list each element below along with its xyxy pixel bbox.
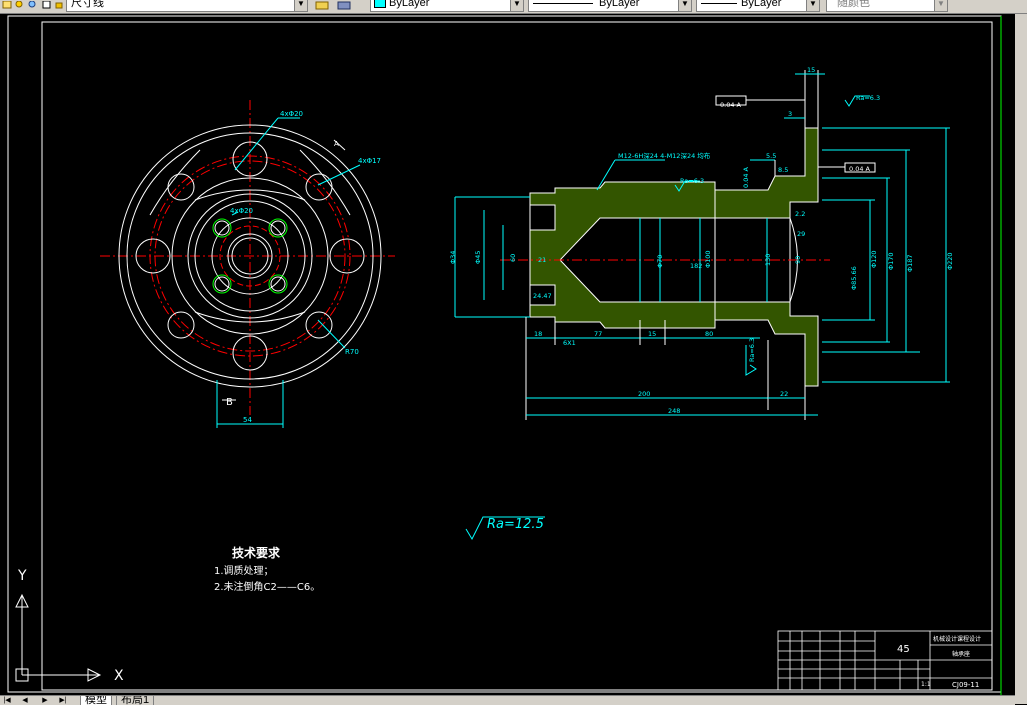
tolerance-frame-3: 0.04 A <box>742 166 750 188</box>
end-view-radius-label: R70 <box>345 348 359 356</box>
properties-toolbar: 尺寸线 ▼ ByLayer ▼ ByLayer ▼ ByLayer ▼ 随颜色 … <box>0 0 1027 14</box>
end-view-width-label: 54 <box>243 416 252 424</box>
linetype-preview <box>533 3 593 4</box>
title-block-part: 轴承座 <box>952 650 970 658</box>
roughness-flange: Ra=6.3 <box>680 177 704 185</box>
lineweight-preview <box>701 3 737 4</box>
color-dropdown[interactable]: ByLayer ▼ <box>370 0 524 12</box>
dim-248: 248 <box>668 407 680 415</box>
dim-6x1: 6X1 <box>563 339 576 347</box>
layer-manager-icon[interactable] <box>336 0 354 10</box>
dim-d120: Φ120 <box>870 250 878 268</box>
title-block-material: 45 <box>897 644 910 655</box>
chevron-down-icon[interactable]: ▼ <box>678 0 691 11</box>
roughness-right: Ra=6.3 <box>748 338 756 362</box>
dim-d100: Φ100 <box>704 250 712 268</box>
linetype-value: ByLayer <box>599 0 640 9</box>
linetype-dropdown[interactable]: ByLayer ▼ <box>528 0 692 12</box>
end-view <box>100 100 395 428</box>
chevron-down-icon[interactable]: ▼ <box>510 0 523 11</box>
global-roughness-label: Ra=12.5 <box>487 517 544 532</box>
end-view-section-letter: A <box>334 140 339 148</box>
tech-req-title: 技术要求 <box>232 545 281 560</box>
drawing-border <box>41 21 993 691</box>
section-view <box>454 70 950 420</box>
model-space-canvas[interactable]: 4xΦ20 4xΦ17 4xΦ20 R70 54 A B M12-6H深24 4… <box>0 14 1015 696</box>
dim-r2: 2.2 <box>795 210 805 218</box>
dim-24: 24.47 <box>533 292 552 300</box>
thread-note: M12-6H深24 4-M12深24 均布 <box>618 151 711 160</box>
dim-d170: Φ170 <box>887 252 895 270</box>
lineweight-dropdown[interactable]: ByLayer ▼ <box>696 0 820 12</box>
ucs-x-label: X <box>114 668 124 684</box>
ucs-icon <box>15 593 102 682</box>
dim-21: 21 <box>538 256 546 264</box>
dim-200: 200 <box>638 390 650 398</box>
dim-d60: 60 <box>509 254 517 262</box>
dim-d85: Φ85.66 <box>850 266 858 290</box>
layer-dropdown[interactable]: 尺寸线 ▼ <box>66 0 308 12</box>
layer-color-icon[interactable] <box>42 0 53 10</box>
title-block-drawing-no: CJ09-11 <box>952 681 979 689</box>
dim-18: 18 <box>534 330 542 338</box>
layer-freeze-icon[interactable] <box>27 0 38 10</box>
dim-3: 3 <box>788 110 792 118</box>
chevron-down-icon[interactable]: ▼ <box>294 0 307 11</box>
title-block-scale: 1:1 <box>921 681 931 688</box>
cad-drawing: 4xΦ20 4xΦ17 4xΦ20 R70 54 A B M12-6H深24 4… <box>7 15 1002 696</box>
dim-d187: Φ187 <box>906 254 914 272</box>
dim-chamfer-5: 5.5 <box>766 152 776 160</box>
layer-state-icon[interactable] <box>2 0 13 10</box>
plotstyle-value: 随颜色 <box>837 0 870 9</box>
dim-15-bottom: 15 <box>648 330 656 338</box>
end-view-callout-large: 4xΦ20 <box>280 110 303 118</box>
tech-req-line2: 2.未注倒角C2——C6。 <box>214 580 320 593</box>
color-swatch <box>374 0 386 9</box>
layer-on-icon[interactable] <box>14 0 25 10</box>
color-value: ByLayer <box>389 0 430 9</box>
tech-req-line1: 1.调质处理； <box>214 565 274 577</box>
chevron-down-icon[interactable]: ▼ <box>806 0 819 11</box>
chevron-down-icon[interactable]: ▼ <box>934 0 947 11</box>
dim-d34: Φ34 <box>449 251 457 264</box>
dim-182: 182 <box>690 262 702 270</box>
tolerance-frame-2: 0.04 A <box>849 165 871 173</box>
vertical-scrollbar[interactable] <box>1015 14 1027 704</box>
ucs-y-label: Y <box>17 568 27 584</box>
dim-d220: Φ220 <box>946 252 954 270</box>
dim-15-top: 15 <box>807 66 815 74</box>
dim-22: 22 <box>780 390 788 398</box>
tolerance-frame-1: 0.04 A <box>720 101 742 109</box>
dim-d45: Φ45 <box>474 251 482 264</box>
end-view-section-mark: B <box>226 397 233 408</box>
section-view-labels: M12-6H深24 4-M12深24 均布 Ra=6.3 Ra=6.3 15 3… <box>449 66 954 415</box>
dim-d130: 130 <box>764 254 772 266</box>
layer-lock-icon[interactable] <box>54 0 65 10</box>
end-view-callout-small: 4xΦ20 <box>230 207 253 215</box>
dim-r29: 29 <box>797 230 805 238</box>
outer-frame <box>7 15 1002 693</box>
make-current-layer-icon[interactable] <box>314 0 332 10</box>
plotstyle-dropdown[interactable]: 随颜色 ▼ <box>826 0 948 12</box>
dim-chamfer-85: 8.5 <box>778 166 788 174</box>
lineweight-value: ByLayer <box>741 0 782 9</box>
dim-77: 77 <box>594 330 602 338</box>
end-view-callout-medium: 4xΦ17 <box>358 157 381 165</box>
dim-d90: 90 <box>794 256 802 264</box>
roughness-top: Ra=6.3 <box>856 94 880 102</box>
title-block-project: 机械设计课程设计 <box>933 635 981 643</box>
dim-d70: Φ70 <box>656 255 664 268</box>
layer-name: 尺寸线 <box>71 0 104 9</box>
dim-80: 80 <box>705 330 713 338</box>
